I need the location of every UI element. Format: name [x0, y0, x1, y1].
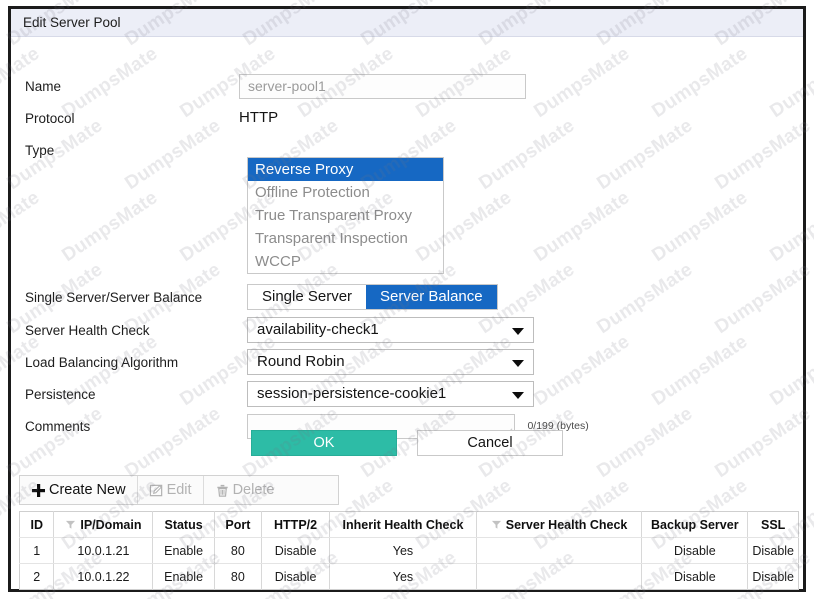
field-row-persistence: Persistence session-persistence-cookie1 — [11, 379, 803, 409]
column-header-backup-server[interactable]: Backup Server — [641, 511, 749, 538]
server-health-check-value: availability-check1 — [257, 321, 379, 338]
field-row-load-balancing-algorithm: Load Balancing Algorithm Round Robin — [11, 347, 803, 377]
type-option-offline-protection[interactable]: Offline Protection — [248, 181, 443, 204]
type-listbox[interactable]: Reverse Proxy Offline Protection True Tr… — [247, 157, 444, 274]
column-header-ip-domain-label: IP/Domain — [80, 517, 142, 532]
cell-server-health-check — [476, 563, 643, 590]
label-name: Name — [25, 78, 62, 94]
label-single-server-balance: Single Server/Server Balance — [25, 289, 203, 305]
create-new-button[interactable]: Create New — [20, 476, 138, 504]
persistence-dropdown[interactable]: session-persistence-cookie1 — [247, 381, 534, 407]
edit-button[interactable]: Edit — [138, 476, 204, 504]
column-header-server-health-check[interactable]: Server Health Check — [476, 511, 643, 538]
edit-server-pool-dialog: Edit Server Pool Name Protocol HTTP Type… — [8, 6, 806, 592]
load-balancing-algorithm-value: Round Robin — [257, 353, 345, 370]
label-server-health-check: Server Health Check — [25, 322, 150, 338]
field-row-protocol: Protocol HTTP — [11, 103, 803, 133]
table-row[interactable]: 2 10.0.1.22 Enable 80 Disable Yes Disabl… — [19, 563, 799, 590]
cell-status: Enable — [152, 537, 215, 564]
trash-icon — [215, 483, 230, 498]
name-input[interactable] — [239, 73, 526, 99]
single-server-balance-toggle[interactable]: Single Server Server Balance — [247, 284, 498, 310]
field-row-single-server-balance: Single Server/Server Balance Single Serv… — [11, 282, 803, 312]
toggle-option-server-balance[interactable]: Server Balance — [366, 285, 497, 309]
chevron-down-icon — [512, 328, 524, 335]
column-header-ip-domain[interactable]: IP/Domain — [53, 511, 154, 538]
cell-ssl: Disable — [752, 569, 794, 584]
persistence-value: session-persistence-cookie1 — [257, 385, 447, 402]
dialog-actions: OK Cancel — [11, 430, 803, 456]
field-row-server-health-check: Server Health Check availability-check1 — [11, 315, 803, 345]
cell-ssl: Disable — [747, 537, 799, 564]
cell-id: 1 — [19, 537, 55, 564]
column-header-server-health-check-label: Server Health Check — [505, 517, 628, 532]
table-header-row: ID IP/Domain Status Port HTTP/2 Inherit … — [19, 511, 799, 538]
cell-backup-server: Disable — [641, 563, 749, 590]
protocol-value: HTTP — [239, 109, 279, 126]
member-table: ID IP/Domain Status Port HTTP/2 Inherit … — [19, 511, 799, 590]
pencil-edit-icon — [149, 483, 164, 498]
cell-inherit-health-check: Yes — [329, 537, 477, 564]
cell-ip-domain: 10.0.1.21 — [53, 537, 154, 564]
cell-port: 80 — [214, 537, 263, 564]
filter-funnel-icon[interactable] — [65, 519, 76, 530]
cell-server-health-check — [476, 537, 643, 564]
ok-button[interactable]: OK — [251, 430, 397, 456]
cell-http2: Disable — [261, 537, 331, 564]
cell-inherit-health-check: Yes — [329, 563, 477, 590]
filter-funnel-icon[interactable] — [491, 519, 502, 530]
create-new-label: Create New — [49, 482, 126, 498]
cell-status: Enable — [152, 563, 215, 590]
label-protocol: Protocol — [25, 110, 75, 126]
delete-button[interactable]: Delete — [204, 476, 286, 504]
column-header-inherit-health-check[interactable]: Inherit Health Check — [329, 511, 477, 538]
cancel-button[interactable]: Cancel — [417, 430, 563, 456]
server-health-check-dropdown[interactable]: availability-check1 — [247, 317, 534, 343]
label-load-balancing-algorithm: Load Balancing Algorithm — [25, 354, 179, 370]
field-row-name: Name — [11, 71, 803, 101]
chevron-down-icon — [512, 392, 524, 399]
table-row[interactable]: 1 10.0.1.21 Enable 80 Disable Yes Disabl… — [19, 537, 799, 564]
type-option-true-transparent-proxy[interactable]: True Transparent Proxy — [248, 204, 443, 227]
chevron-down-icon — [512, 360, 524, 367]
type-option-transparent-inspection[interactable]: Transparent Inspection — [248, 227, 443, 250]
cell-port: 80 — [214, 563, 263, 590]
delete-label: Delete — [232, 482, 275, 498]
column-header-port[interactable]: Port — [214, 511, 263, 538]
cell-ip-domain: 10.0.1.22 — [53, 563, 154, 590]
edit-label: Edit — [166, 482, 192, 498]
label-persistence: Persistence — [25, 386, 96, 402]
cell-backup-server: Disable — [641, 537, 749, 564]
type-option-wccp[interactable]: WCCP — [248, 250, 443, 273]
plus-icon — [31, 483, 46, 498]
type-option-reverse-proxy[interactable]: Reverse Proxy — [248, 158, 443, 181]
column-header-http2[interactable]: HTTP/2 — [261, 511, 331, 538]
member-toolbar: Create New Edit Delete — [19, 475, 339, 505]
column-header-id[interactable]: ID — [19, 511, 55, 538]
dialog-title: Edit Server Pool — [23, 15, 121, 30]
cell-http2: Disable — [261, 563, 331, 590]
toggle-option-single-server[interactable]: Single Server — [248, 285, 366, 309]
load-balancing-algorithm-dropdown[interactable]: Round Robin — [247, 349, 534, 375]
column-header-ssl[interactable]: SSL — [747, 511, 799, 538]
label-type: Type — [25, 142, 55, 158]
cell-id: 2 — [19, 563, 55, 590]
column-header-status[interactable]: Status — [152, 511, 215, 538]
dialog-titlebar: Edit Server Pool — [11, 9, 803, 37]
